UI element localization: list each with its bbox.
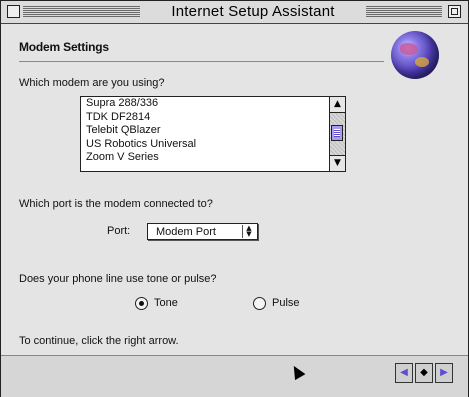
close-box[interactable] bbox=[7, 5, 20, 18]
pulse-radio[interactable] bbox=[253, 297, 266, 310]
title-stripes-left bbox=[23, 5, 140, 18]
scroll-thumb[interactable] bbox=[331, 125, 343, 141]
modem-list-item[interactable]: TDK DF2814 bbox=[81, 111, 329, 125]
instructions-text: To continue, click the right arrow. bbox=[19, 335, 179, 347]
header-divider bbox=[19, 61, 384, 62]
popup-arrows-icon: ▲ ▼ bbox=[242, 225, 255, 238]
left-arrow-icon[interactable]: ◀ bbox=[395, 363, 413, 383]
modem-list-item[interactable]: Telebit QBlazer bbox=[81, 124, 329, 138]
port-question: Which port is the modem connected to? bbox=[19, 198, 213, 210]
scroll-up-arrow-icon[interactable]: ▲ bbox=[330, 97, 345, 113]
scroll-track[interactable] bbox=[330, 113, 345, 155]
dialing-question: Does your phone line use tone or pulse? bbox=[19, 273, 217, 285]
port-label: Port: bbox=[107, 225, 131, 237]
tone-radio[interactable] bbox=[135, 297, 148, 310]
title-stripes-right bbox=[366, 5, 442, 18]
modem-question: Which modem are you using? bbox=[19, 77, 165, 89]
modem-list: Supra 288/336 TDK DF2814 Telebit QBlazer… bbox=[81, 97, 329, 171]
tone-label[interactable]: Tone bbox=[154, 297, 178, 309]
modem-listbox[interactable]: Supra 288/336 TDK DF2814 Telebit QBlazer… bbox=[80, 96, 346, 172]
right-arrow-icon[interactable]: ▶ bbox=[435, 363, 453, 383]
port-selected-value: Modem Port bbox=[156, 226, 216, 238]
modem-list-item[interactable]: Supra 288/336 bbox=[81, 97, 329, 111]
setup-assistant-window: Internet Setup Assistant Modem Settings … bbox=[0, 0, 469, 397]
globe-icon bbox=[391, 31, 439, 79]
zoom-box[interactable] bbox=[448, 5, 461, 18]
modem-scrollbar[interactable]: ▲ ▼ bbox=[329, 97, 345, 171]
section-title: Modem Settings bbox=[19, 40, 109, 54]
window-title: Internet Setup Assistant bbox=[171, 3, 335, 20]
port-popup-menu[interactable]: Modem Port ▲ ▼ bbox=[147, 223, 258, 240]
home-icon[interactable]: ◆ bbox=[415, 363, 433, 383]
title-bar[interactable]: Internet Setup Assistant bbox=[1, 1, 468, 24]
modem-list-item[interactable]: Zoom V Series bbox=[81, 151, 329, 165]
modem-list-item[interactable]: US Robotics Universal bbox=[81, 138, 329, 152]
pulse-label[interactable]: Pulse bbox=[272, 297, 300, 309]
scroll-down-arrow-icon[interactable]: ▼ bbox=[330, 155, 345, 171]
